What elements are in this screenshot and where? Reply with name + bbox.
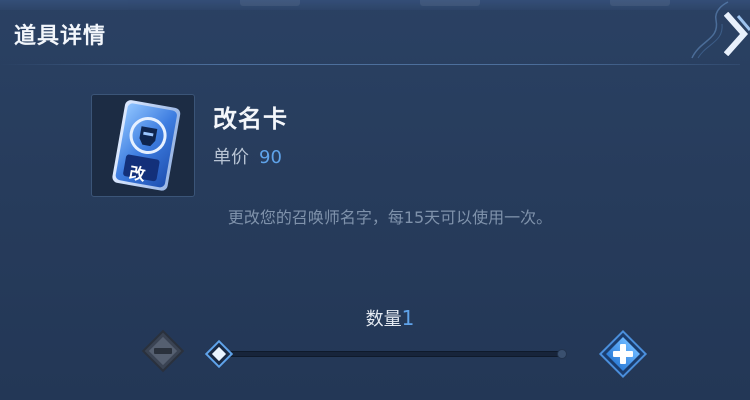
background-ghost-tab [420, 0, 480, 6]
price-row: 单价 90 [213, 143, 282, 169]
dialog-title: 道具详情 [14, 24, 107, 49]
close-button[interactable] [723, 11, 750, 57]
quantity-value: 1 [401, 306, 415, 330]
close-chevron-icon [723, 11, 750, 57]
diamond-thumb-icon [204, 339, 234, 369]
background-ghost-tab [240, 0, 300, 6]
increase-quantity-button[interactable] [597, 328, 649, 380]
decrease-quantity-button[interactable] [140, 328, 186, 374]
price-label: 单价 [213, 147, 249, 168]
background-ghost-tab [610, 0, 670, 6]
plus-icon [598, 329, 648, 379]
slider-track-end [557, 349, 567, 359]
item-detail-dialog: 道具详情 改 改名卡 单价 90 更改您的召唤师名字，每15天可以使用一次。 数… [0, 0, 750, 400]
item-icon-frame: 改 [91, 94, 195, 197]
item-name: 改名卡 [213, 105, 288, 133]
quantity-slider-track[interactable] [218, 351, 563, 357]
price-value: 90 [259, 147, 282, 168]
quantity-slider-thumb[interactable] [203, 338, 235, 370]
background-top-strip [0, 0, 750, 10]
quantity-label: 数量 [365, 309, 402, 330]
rename-card-icon: 改 [112, 100, 181, 191]
minus-icon [141, 329, 185, 373]
item-description: 更改您的召唤师名字，每15天可以使用一次。 [227, 208, 553, 227]
header-divider [0, 64, 740, 65]
